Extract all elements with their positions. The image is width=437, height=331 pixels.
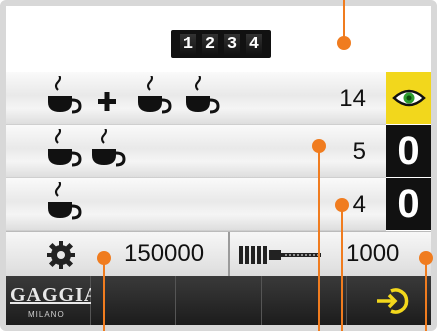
annotation-dot (337, 36, 351, 50)
counter-display: 1 2 3 4 (171, 30, 271, 58)
row-count: 4 (352, 191, 366, 218)
counter-digit: 2 (201, 33, 219, 55)
view-button[interactable] (386, 72, 431, 124)
single-cup-icon (48, 182, 82, 220)
annotation-line (318, 146, 320, 331)
divider (228, 232, 230, 277)
row-count: 5 (352, 138, 366, 165)
annotation-line (341, 205, 343, 331)
toolbar-button-3[interactable] (176, 276, 262, 325)
row-count: 14 (339, 85, 366, 112)
reset-counter-button[interactable]: 0 (386, 178, 431, 230)
annotation-line (343, 0, 345, 38)
drink-row-single[interactable]: 4 (6, 178, 386, 231)
exit-button[interactable] (346, 276, 432, 325)
logo-button[interactable]: GAGGIA MILANO (6, 276, 98, 325)
cups-group (46, 129, 136, 173)
side-count: 0 (397, 129, 420, 173)
annotation-line (425, 258, 427, 331)
exit-icon (376, 288, 409, 314)
double-cup-icon (48, 129, 126, 167)
cups-group (46, 76, 236, 120)
annotation-dot (419, 251, 433, 265)
maintenance-row: 150000 1000 (6, 231, 431, 277)
drink-row-double[interactable]: 5 (6, 125, 386, 178)
side-count: 0 (397, 182, 420, 226)
counter-digit: 4 (245, 33, 263, 55)
brush-icon (239, 246, 321, 264)
coffee-machine-screen: 1 2 3 4 14 5 0 4 0 150000 1000 GAGGIA MI… (0, 0, 437, 331)
brush-counter: 1000 (346, 240, 400, 267)
reset-counter-button[interactable]: 0 (386, 125, 431, 177)
counter-digit: 1 (179, 33, 197, 55)
bottom-toolbar: GAGGIA MILANO (6, 276, 432, 325)
cups-group (46, 182, 90, 226)
gear-icon (47, 241, 75, 269)
annotation-dot (312, 139, 326, 153)
annotation-line (103, 258, 105, 331)
drink-row-combo[interactable]: 14 (6, 72, 386, 125)
eye-icon (391, 89, 426, 107)
gear-counter: 150000 (124, 240, 205, 267)
counter-digit: 3 (223, 33, 241, 55)
annotation-dot (335, 198, 349, 212)
toolbar-button-4[interactable] (261, 276, 347, 325)
brand-logo-subtext: MILANO (28, 310, 65, 319)
brand-logo-text: GAGGIA (10, 284, 100, 306)
single-plus-double-cup-icon (48, 76, 220, 114)
annotation-dot (97, 251, 111, 265)
